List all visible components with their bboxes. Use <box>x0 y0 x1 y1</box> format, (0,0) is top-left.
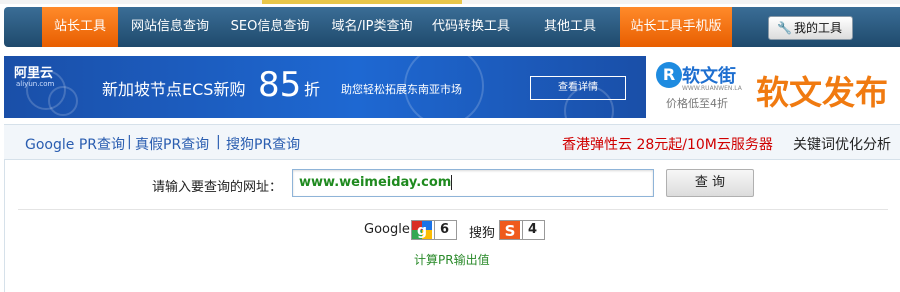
url-input-value: www.weimeiday.com <box>299 175 452 190</box>
calc-pr-output-link[interactable]: 计算PR输出值 <box>414 251 490 268</box>
decor-circle <box>48 86 78 116</box>
url-input[interactable]: www.weimeiday.com <box>292 169 654 197</box>
ruanwen-logo-icon: R <box>656 62 682 88</box>
nav-item-webmaster-tools[interactable]: 站长工具 <box>42 7 118 47</box>
wrench-icon: 🔧 <box>777 21 792 35</box>
ad-detail-button[interactable]: 查看详情 <box>530 76 626 100</box>
nav-item-mobile-version[interactable]: 站长工具手机版 <box>620 7 732 47</box>
my-tools-button[interactable]: 🔧 我的工具 <box>768 16 853 40</box>
divider <box>18 209 888 210</box>
url-input-label: 请输入要查询的网址： <box>152 180 283 195</box>
nav-item-code-convert[interactable]: 代码转换工具 <box>426 7 516 47</box>
link-hk-cloud-promo[interactable]: 香港弹性云 28元起/10M云服务器 <box>562 134 773 154</box>
nav-item-other-tools[interactable]: 其他工具 <box>530 7 610 47</box>
top-gold-bar <box>262 0 462 4</box>
ad-promo-number: 85 <box>258 65 302 105</box>
ad-promo-suffix: 折 <box>304 80 321 99</box>
sogou-pr-value: 4 <box>522 221 542 239</box>
query-button[interactable]: 查 询 <box>666 169 754 197</box>
svg-text:g: g <box>417 223 427 239</box>
aliyun-logo-sub: aliyun.com <box>16 80 55 88</box>
google-label: Google <box>364 222 410 237</box>
svg-text:S: S <box>505 222 516 239</box>
ad-description: 助您轻松拓展东南亚市场 <box>341 83 462 96</box>
aliyun-ad-banner[interactable]: 阿里云 aliyun.com 新加坡节点ECS新购 85 折 助您轻松拓展东南亚… <box>4 56 646 118</box>
google-icon: g <box>412 221 432 239</box>
link-google-pr[interactable]: Google PR查询 <box>25 134 125 154</box>
ruanwen-headline: 软文发布 <box>756 73 888 112</box>
link-separator: | <box>216 134 221 150</box>
sogou-pr-badge: S 4 <box>499 220 545 240</box>
ruanwen-slogan: 价格低至4折 <box>666 97 728 110</box>
link-sogou-pr[interactable]: 搜狗PR查询 <box>226 134 300 154</box>
aliyun-logo: 阿里云 <box>14 66 54 81</box>
sogou-label: 搜狗 <box>469 226 496 241</box>
tool-links-bar: Google PR查询 | 真假PR查询 | 搜狗PR查询 香港弹性云 28元起… <box>4 124 900 160</box>
link-separator: | <box>127 134 132 150</box>
nav-item-site-info[interactable]: 网站信息查询 <box>124 7 216 47</box>
ruanwen-ad-banner[interactable]: R 软文街 WWW.RUANWEN.LA 价格低至4折 软文发布 <box>652 56 900 118</box>
link-true-false-pr[interactable]: 真假PR查询 <box>135 134 209 154</box>
main-navbar: 站长工具 网站信息查询 SEO信息查询 域名/IP类查询 代码转换工具 其他工具… <box>4 7 900 47</box>
ad-promo-text: 新加坡节点ECS新购 <box>102 80 246 99</box>
nav-item-seo-info[interactable]: SEO信息查询 <box>224 7 316 47</box>
ruanwen-url: WWW.RUANWEN.LA <box>682 85 742 92</box>
text-cursor <box>451 175 453 190</box>
link-keyword-analysis[interactable]: 关键词优化分析 <box>793 134 891 154</box>
google-pr-badge: g 6 <box>411 220 457 240</box>
nav-item-domain-ip[interactable]: 域名/IP类查询 <box>322 7 422 47</box>
content-frame-border <box>4 160 5 292</box>
sogou-icon: S <box>500 221 520 239</box>
google-pr-value: 6 <box>434 221 454 239</box>
my-tools-label: 我的工具 <box>794 21 843 35</box>
top-strip <box>0 0 900 4</box>
